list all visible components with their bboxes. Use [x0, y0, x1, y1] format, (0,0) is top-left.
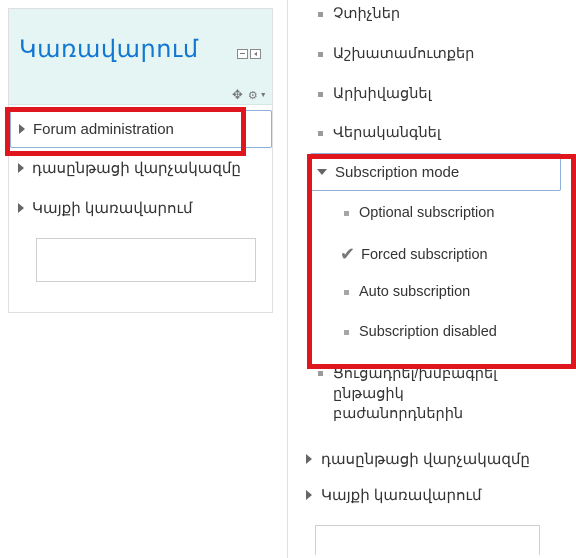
tree-item-teachers[interactable]: Չտիչներ	[318, 6, 400, 22]
tree-item-course-administration[interactable]: դասընթացի վարչակազմը	[306, 450, 530, 468]
tree-item-label: Կայքի կառավարում	[321, 487, 482, 504]
expand-triangle-icon[interactable]	[306, 454, 312, 464]
block-title: Կառավարում	[19, 36, 199, 63]
move-icon[interactable]: ✥	[232, 87, 243, 103]
tree-item-label: Չտիչներ	[333, 6, 401, 22]
expand-triangle-icon[interactable]	[18, 163, 24, 173]
tree-item-show-edit-subscribers[interactable]: Ցուցադրել/խմբագրել ընթացիկ բաժանորդներին	[318, 364, 528, 424]
tree-item-label: Աշխատամուտքեր	[333, 46, 475, 62]
dock-left-icon[interactable]	[250, 49, 261, 59]
tree-item-label: դասընթացի վարչակազմը	[321, 451, 530, 468]
tree-item-label: Կայքի կառավարում	[32, 200, 193, 217]
highlight-box-subscription-mode	[307, 154, 576, 369]
tree-item-restore[interactable]: Վերականգնել	[318, 125, 441, 141]
tree-item-logs[interactable]: Աշխատամուտքեր	[318, 46, 474, 62]
chevron-down-icon[interactable]: ▼	[260, 92, 267, 99]
search-input[interactable]	[36, 238, 256, 282]
tree-item-label: Ցուցադրել/խմբագրել ընթացիկ բաժանորդներին	[333, 366, 498, 422]
expand-triangle-icon[interactable]	[18, 203, 24, 213]
highlight-box-forum-admin	[5, 107, 246, 156]
block-header: Կառավարում ✥ ⚙ ▼	[9, 9, 272, 105]
search-input[interactable]	[315, 525, 540, 555]
bullet-icon	[318, 51, 323, 57]
bullet-icon	[318, 130, 323, 136]
dock-controls[interactable]	[237, 49, 263, 61]
bullet-icon	[318, 11, 323, 17]
bullet-icon	[318, 91, 323, 97]
tree-item-label: Վերականգնել	[333, 125, 441, 141]
tree-item-site-administration[interactable]: Կայքի կառավարում	[10, 188, 265, 228]
tree-item-label: Արխիվացնել	[333, 86, 432, 102]
minimize-icon[interactable]	[237, 49, 248, 59]
block-actions[interactable]: ✥ ⚙ ▼	[232, 87, 267, 103]
tree-item-site-administration[interactable]: Կայքի կառավարում	[306, 486, 482, 504]
bullet-icon	[318, 371, 323, 376]
tree-item-label: դասընթացի վարչակազմը	[32, 160, 241, 177]
expand-triangle-icon[interactable]	[306, 490, 312, 500]
gear-icon[interactable]: ⚙	[248, 89, 258, 102]
tree-item-backup[interactable]: Արխիվացնել	[318, 86, 432, 102]
